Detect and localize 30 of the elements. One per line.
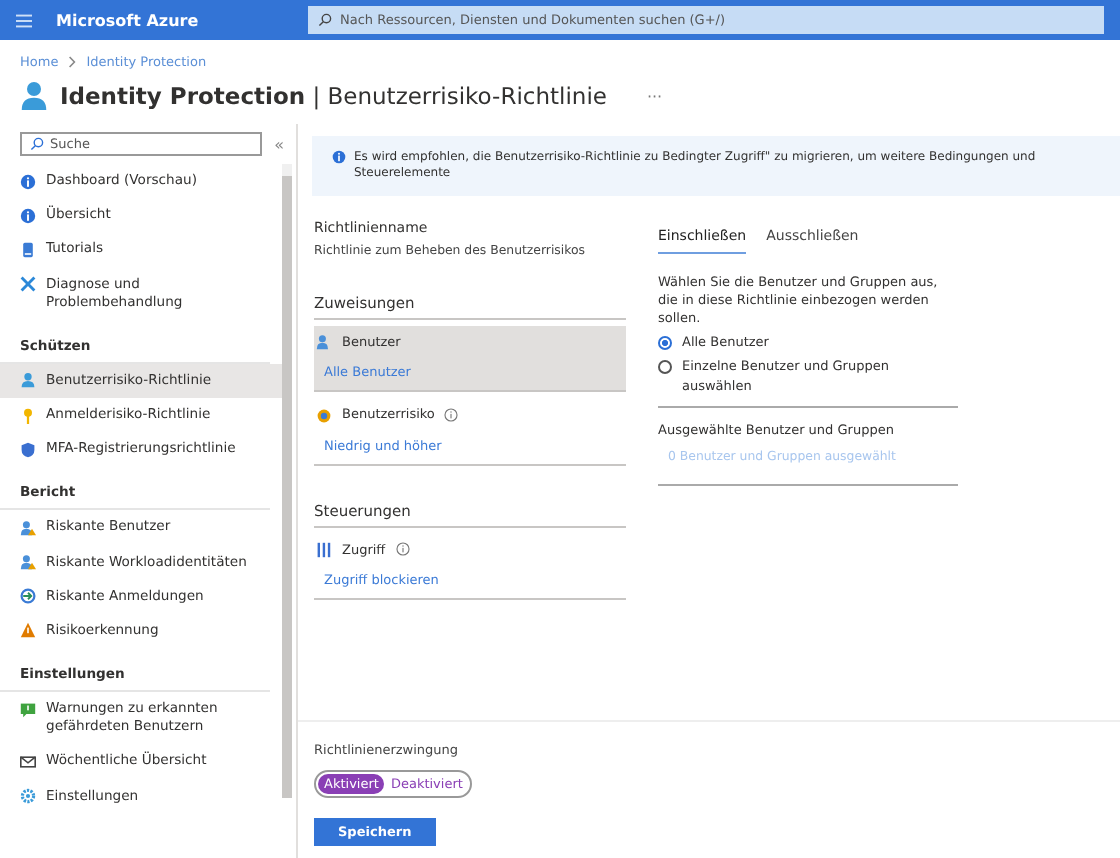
user-icon xyxy=(20,80,48,112)
envelope-icon xyxy=(20,753,36,770)
warning-icon xyxy=(20,622,36,639)
user-icon xyxy=(316,334,332,351)
info-icon[interactable] xyxy=(444,407,459,422)
user-icon xyxy=(20,372,36,389)
scrollbar[interactable] xyxy=(282,164,292,798)
info-icon xyxy=(20,173,36,189)
menu-icon[interactable] xyxy=(16,13,32,27)
collapse-button[interactable]: « xyxy=(274,135,284,153)
user-warning-icon xyxy=(20,554,36,571)
info-icon[interactable] xyxy=(395,542,410,557)
arrow-circle-icon xyxy=(20,588,36,605)
shield-icon xyxy=(20,441,36,458)
info-icon xyxy=(20,207,36,224)
radio-button[interactable] xyxy=(658,360,672,375)
message-icon xyxy=(20,701,36,718)
radio-button[interactable] xyxy=(658,335,672,350)
badge-icon xyxy=(316,407,332,424)
bars-icon xyxy=(316,542,332,559)
key-icon xyxy=(20,407,36,424)
settings-icon xyxy=(20,788,36,805)
more-button[interactable]: ··· xyxy=(646,87,663,105)
brand-name[interactable]: Microsoft Azure xyxy=(56,11,284,29)
book-icon xyxy=(20,241,36,258)
user-warning-icon xyxy=(20,519,36,536)
chevron-icon xyxy=(68,55,77,67)
page-title: Identity Protection | Benutzerrisiko-Richtlinie xyxy=(60,82,607,110)
info-icon xyxy=(332,150,346,164)
cross-icon xyxy=(20,276,36,293)
